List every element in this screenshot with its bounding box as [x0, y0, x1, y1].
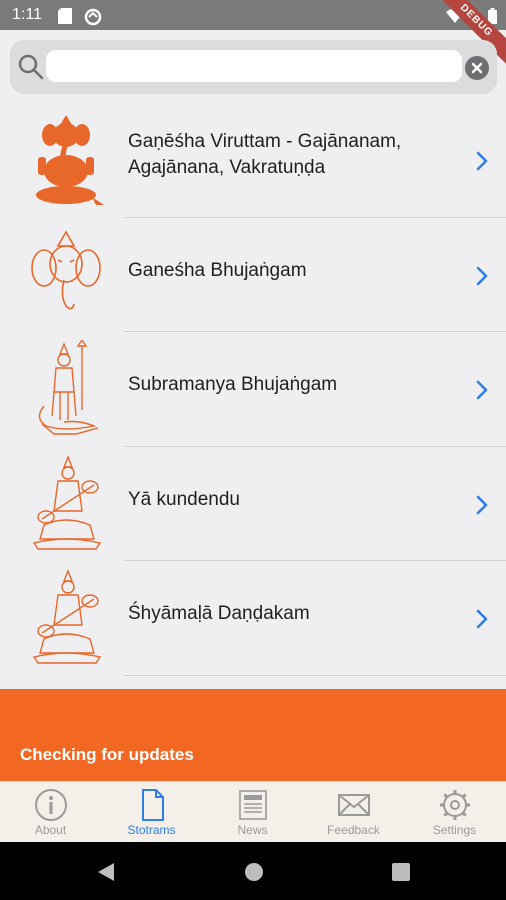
search-input[interactable] [46, 50, 462, 82]
item-title: Yā kundendu [128, 488, 240, 510]
document-icon [142, 789, 164, 821]
home-icon[interactable] [244, 862, 264, 882]
divider [124, 674, 506, 676]
system-nav-bar [0, 842, 506, 900]
tab-stotrams[interactable]: Stotrams [101, 782, 202, 843]
list-item[interactable]: Śhyāmaḷā Daṇḍakam [0, 561, 506, 676]
item-title: Gaṇēśha Viruttam - Gajānanam, Agajānana,… [128, 131, 402, 178]
search-icon [18, 54, 44, 80]
item-title: Subramanya Bhujaṅgam [128, 374, 338, 395]
item-title: Śhyāmaḷā Daṇḍakam [128, 603, 310, 624]
tab-feedback[interactable]: Feedback [303, 782, 404, 843]
sd-card-icon [58, 8, 72, 24]
update-banner: Checking for updates [0, 689, 506, 781]
tab-about[interactable]: About [0, 782, 101, 843]
subramanya-icon [38, 340, 99, 435]
status-time: 1:11 [12, 6, 42, 23]
recents-icon[interactable] [392, 863, 410, 881]
saraswati-icon [32, 454, 102, 550]
gear-icon [440, 790, 470, 820]
tab-label: About [34, 823, 67, 837]
stotram-list: Gaṇēśha Viruttam - Gajānanam, Agajānana,… [0, 103, 506, 676]
bottom-tab-bar: About Stotrams News Feedback Settings [0, 781, 506, 843]
ganesha-icon [36, 115, 104, 205]
mail-icon [338, 794, 370, 816]
list-item[interactable]: Ganeśha Bhujaṅgam [0, 218, 506, 332]
list-item[interactable]: Subramanya Bhujaṅgam [0, 332, 506, 447]
chevron-right-icon [476, 151, 488, 171]
list-item[interactable]: Yā kundendu [0, 447, 506, 561]
info-icon [35, 789, 67, 821]
update-banner-text: Checking for updates [20, 745, 194, 764]
tab-label: Feedback [327, 823, 380, 837]
shyamala-icon [32, 569, 102, 664]
tab-label: Stotrams [127, 823, 176, 837]
tab-news[interactable]: News [202, 782, 303, 843]
chevron-right-icon [476, 495, 488, 514]
item-title: Ganeśha Bhujaṅgam [128, 259, 307, 281]
chevron-right-icon [476, 266, 488, 285]
chevron-right-icon [476, 380, 488, 400]
sync-icon [84, 8, 102, 26]
ganesha-face-icon [31, 229, 101, 309]
status-bar: 1:11 [0, 0, 506, 30]
close-icon [471, 62, 483, 74]
clear-search-button[interactable] [465, 56, 489, 80]
news-icon [239, 790, 267, 820]
back-icon[interactable] [96, 862, 116, 882]
chevron-right-icon [476, 609, 488, 629]
tab-label: News [237, 823, 268, 837]
list-item[interactable]: Gaṇēśha Viruttam - Gajānanam, Agajānana,… [0, 103, 506, 218]
tab-label: Settings [432, 823, 477, 837]
tab-settings[interactable]: Settings [404, 782, 505, 843]
search-bar [10, 40, 497, 94]
